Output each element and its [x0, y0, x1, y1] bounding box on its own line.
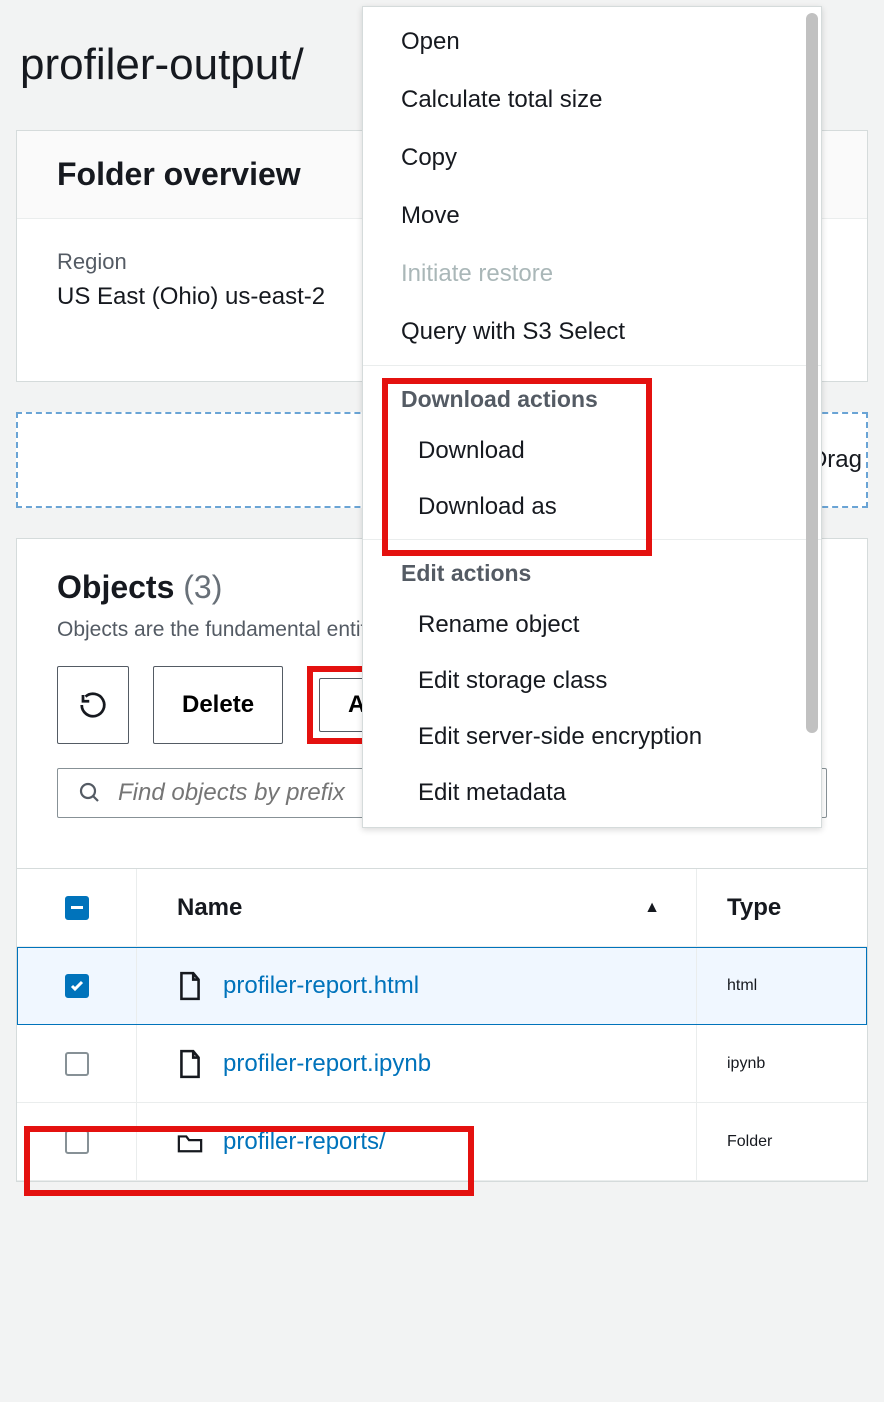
menu-item-move[interactable]: Move	[363, 187, 821, 245]
object-link[interactable]: profiler-report.ipynb	[223, 1050, 431, 1078]
scrollbar[interactable]	[806, 13, 818, 733]
menu-item-download[interactable]: Download	[363, 423, 821, 479]
menu-item-calculate-size[interactable]: Calculate total size	[363, 71, 821, 129]
file-icon	[177, 971, 203, 1001]
file-icon	[177, 1049, 203, 1079]
table-row[interactable]: profiler-report.html html	[17, 947, 867, 1025]
search-icon	[78, 781, 102, 805]
row-checkbox[interactable]	[65, 1130, 89, 1154]
menu-item-download-as[interactable]: Download as	[363, 479, 821, 535]
menu-item-rename[interactable]: Rename object	[363, 597, 821, 653]
object-link[interactable]: profiler-report.html	[223, 972, 419, 1000]
objects-count: (3)	[183, 569, 222, 605]
table-header: Name ▲ Type	[17, 869, 867, 947]
actions-menu: Open Calculate total size Copy Move Init…	[362, 6, 822, 828]
objects-table: Name ▲ Type profiler-report.html html	[17, 868, 867, 1181]
object-type: Folder	[697, 1103, 867, 1180]
sort-asc-icon: ▲	[644, 899, 660, 917]
menu-section-download: Download actions	[363, 365, 821, 423]
menu-item-initiate-restore: Initiate restore	[363, 245, 821, 303]
refresh-button[interactable]	[57, 666, 129, 744]
row-checkbox[interactable]	[65, 1052, 89, 1076]
menu-item-edit-encryption[interactable]: Edit server-side encryption	[363, 709, 821, 765]
object-type: ipynb	[697, 1025, 867, 1102]
menu-item-copy[interactable]: Copy	[363, 129, 821, 187]
object-type: html	[697, 947, 867, 1024]
table-row[interactable]: profiler-reports/ Folder	[17, 1103, 867, 1181]
menu-item-edit-metadata[interactable]: Edit metadata	[363, 765, 821, 821]
table-row[interactable]: profiler-report.ipynb ipynb	[17, 1025, 867, 1103]
delete-button[interactable]: Delete	[153, 666, 283, 744]
row-checkbox[interactable]	[65, 974, 89, 998]
menu-item-open[interactable]: Open	[363, 13, 821, 71]
folder-icon	[177, 1127, 203, 1157]
refresh-icon	[78, 690, 108, 720]
menu-item-query-s3-select[interactable]: Query with S3 Select	[363, 303, 821, 361]
menu-item-edit-storage-class[interactable]: Edit storage class	[363, 653, 821, 709]
column-name[interactable]: Name ▲	[137, 869, 697, 946]
column-type[interactable]: Type	[697, 869, 867, 946]
menu-section-edit: Edit actions	[363, 539, 821, 597]
select-all-checkbox[interactable]	[65, 896, 89, 920]
object-link[interactable]: profiler-reports/	[223, 1128, 386, 1156]
